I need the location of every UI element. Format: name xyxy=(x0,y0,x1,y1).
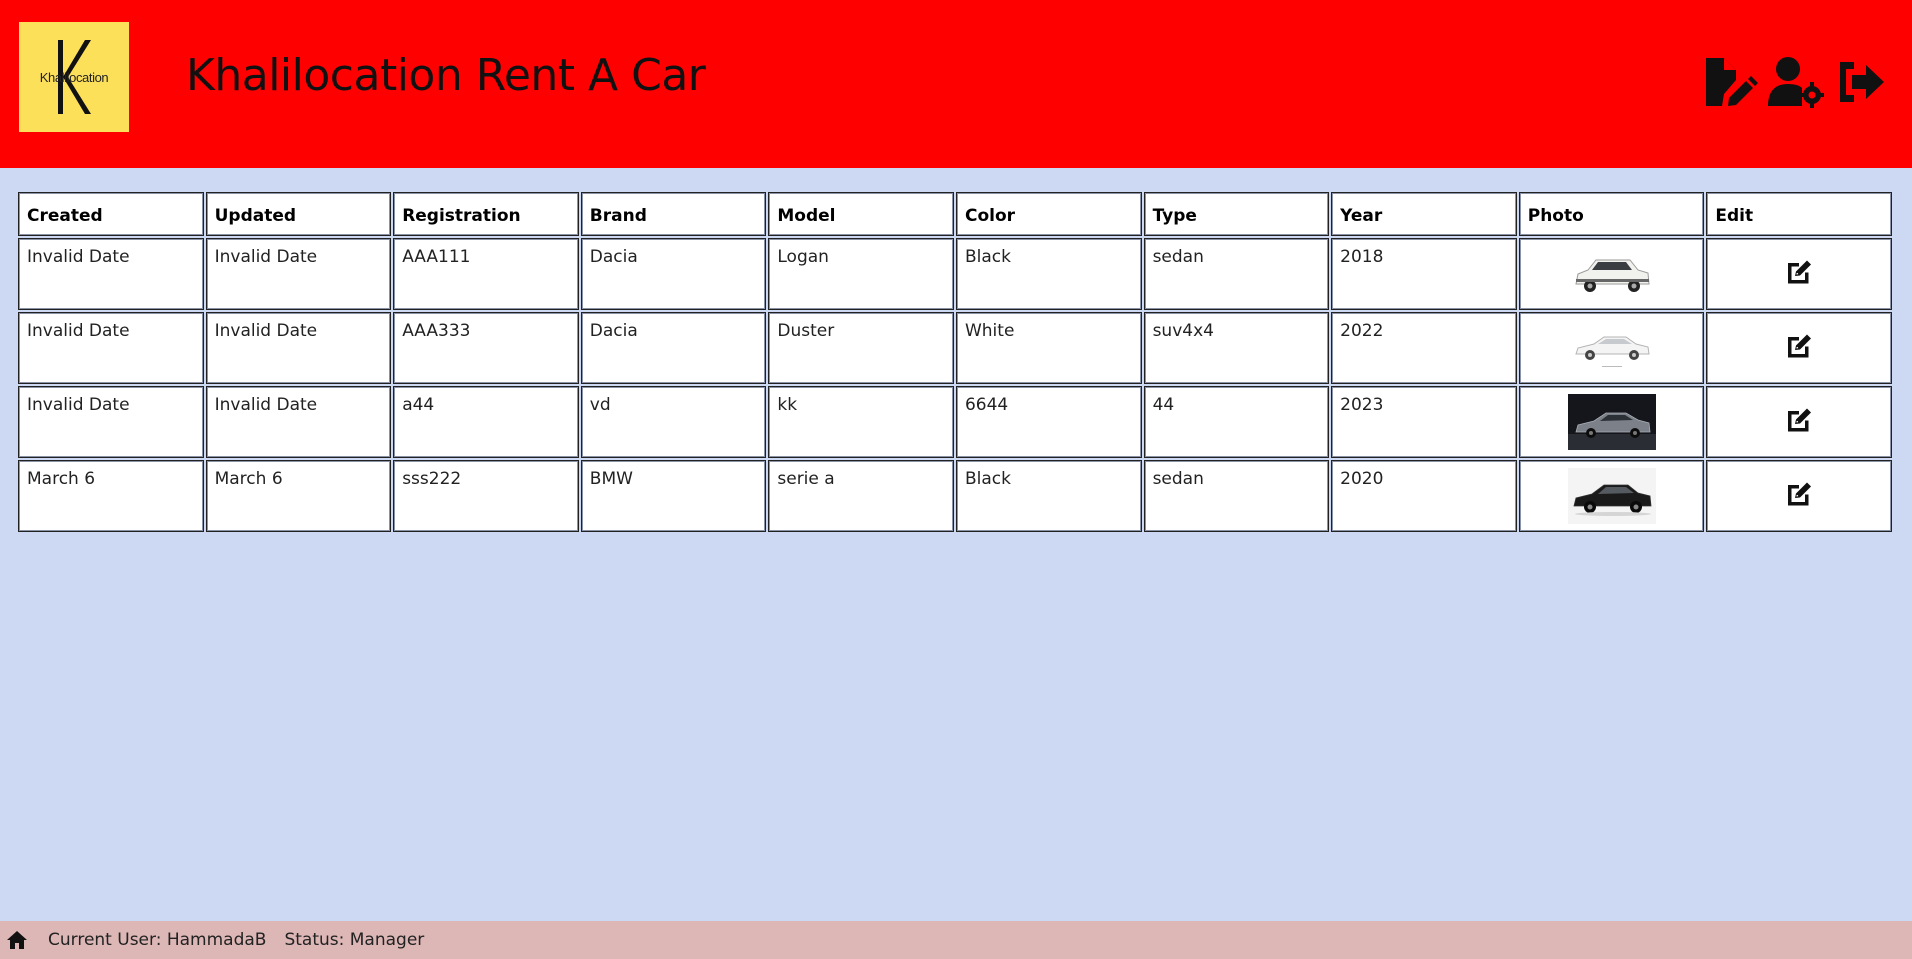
cell-year: 2018 xyxy=(1331,238,1517,310)
cell-updated: Invalid Date xyxy=(205,312,392,384)
file-edit-icon[interactable] xyxy=(1702,56,1758,108)
table-row: Invalid Date Invalid Date a44 vd kk 6644… xyxy=(18,386,1892,458)
cell-model: serie a xyxy=(768,460,954,532)
vehicles-table: Created Updated Registration Brand Model… xyxy=(16,190,1894,534)
column-header-photo: Photo xyxy=(1518,192,1705,236)
cell-color: Black xyxy=(955,460,1142,532)
table-header-row: Created Updated Registration Brand Model… xyxy=(18,192,1892,236)
home-icon[interactable] xyxy=(6,930,28,950)
header-actions xyxy=(1702,56,1890,108)
current-user-label: Current User: HammadaB xyxy=(48,930,267,950)
cell-model: Duster xyxy=(768,312,954,384)
cell-edit xyxy=(1706,386,1892,458)
app-title: Khalilocation Rent A Car xyxy=(186,50,706,101)
cell-color: Black xyxy=(955,238,1142,310)
cell-type: sedan xyxy=(1143,238,1330,310)
cell-type: 44 xyxy=(1143,386,1330,458)
cell-photo xyxy=(1518,460,1705,532)
cell-edit xyxy=(1706,460,1892,532)
cell-model: kk xyxy=(768,386,954,458)
white-suv-photo xyxy=(1567,246,1656,302)
column-header-edit: Edit xyxy=(1706,192,1892,236)
cell-photo xyxy=(1518,386,1705,458)
cell-photo xyxy=(1518,312,1705,384)
column-header-updated: Updated xyxy=(205,192,392,236)
white-sedan-photo xyxy=(1567,320,1656,376)
cell-type: sedan xyxy=(1143,460,1330,532)
cell-type: suv4x4 xyxy=(1143,312,1330,384)
cell-created: Invalid Date xyxy=(18,238,204,310)
cell-edit xyxy=(1706,312,1892,384)
edit-icon[interactable] xyxy=(1784,405,1814,435)
edit-icon[interactable] xyxy=(1784,331,1814,361)
cell-edit xyxy=(1706,238,1892,310)
cell-registration: AAA111 xyxy=(393,238,579,310)
logout-icon[interactable] xyxy=(1834,56,1890,108)
cell-created: Invalid Date xyxy=(18,386,204,458)
cell-registration: AAA333 xyxy=(393,312,579,384)
cell-registration: sss222 xyxy=(393,460,579,532)
cell-photo xyxy=(1518,238,1705,310)
column-header-created: Created xyxy=(18,192,204,236)
logo-text: Khalilocation xyxy=(39,70,109,85)
cell-brand: vd xyxy=(580,386,767,458)
cell-created: March 6 xyxy=(18,460,204,532)
column-header-year: Year xyxy=(1331,192,1517,236)
status-label: Status: Manager xyxy=(284,930,425,950)
cell-year: 2023 xyxy=(1331,386,1517,458)
edit-icon[interactable] xyxy=(1784,257,1814,287)
cell-color: White xyxy=(955,312,1142,384)
cell-updated: Invalid Date xyxy=(205,238,392,310)
cell-brand: Dacia xyxy=(580,238,767,310)
cell-registration: a44 xyxy=(393,386,579,458)
table-row: Invalid Date Invalid Date AAA111 Dacia L… xyxy=(18,238,1892,310)
column-header-color: Color xyxy=(955,192,1142,236)
status-bar: Current User: HammadaB Status: Manager xyxy=(0,921,1912,959)
column-header-registration: Registration xyxy=(393,192,579,236)
cell-color: 6644 xyxy=(955,386,1142,458)
cell-updated: Invalid Date xyxy=(205,386,392,458)
cell-year: 2022 xyxy=(1331,312,1517,384)
column-header-brand: Brand xyxy=(580,192,767,236)
grey-sedan-dark-background-photo xyxy=(1567,394,1656,450)
cell-brand: Dacia xyxy=(580,312,767,384)
edit-icon[interactable] xyxy=(1784,479,1814,509)
cell-brand: BMW xyxy=(580,460,767,532)
logo[interactable]: Khalilocation xyxy=(19,22,129,132)
user-settings-icon[interactable] xyxy=(1768,56,1824,108)
column-header-model: Model xyxy=(768,192,954,236)
cell-updated: March 6 xyxy=(205,460,392,532)
vehicles-table-container: Created Updated Registration Brand Model… xyxy=(16,190,1894,534)
table-row: Invalid Date Invalid Date AAA333 Dacia D… xyxy=(18,312,1892,384)
cell-model: Logan xyxy=(768,238,954,310)
black-sedan-photo xyxy=(1567,468,1656,524)
column-header-type: Type xyxy=(1143,192,1330,236)
table-row: March 6 March 6 sss222 BMW serie a Black… xyxy=(18,460,1892,532)
app-header: Khalilocation Khalilocation Rent A Car xyxy=(0,0,1912,168)
cell-created: Invalid Date xyxy=(18,312,204,384)
cell-year: 2020 xyxy=(1331,460,1517,532)
